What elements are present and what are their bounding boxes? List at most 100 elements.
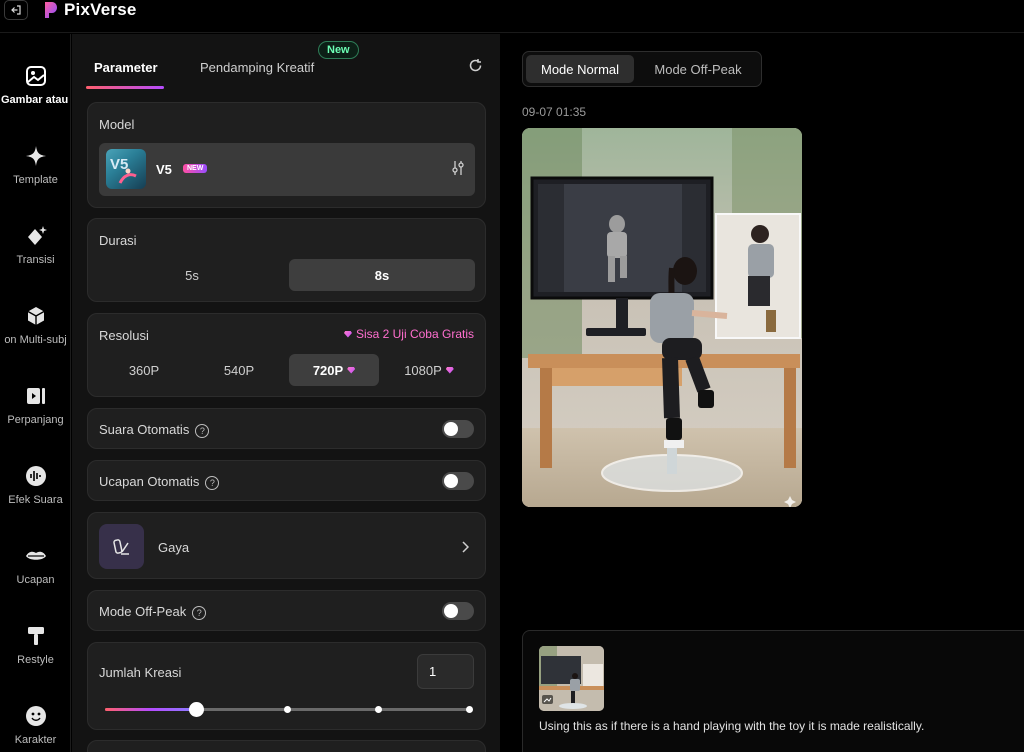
model-name: V5 [156,162,172,177]
panel-tabs: Parameter Pendamping Kreatif New [72,34,500,90]
rail-item-label: Efek Suara [8,494,63,506]
gaya-row[interactable]: Gaya [87,512,486,579]
resolusi-card: Resolusi Sisa 2 Uji Coba Gratis 360P 540… [87,313,486,397]
reference-image [539,646,604,711]
rail-item-karakter[interactable]: Karakter [0,704,71,752]
generated-video-preview[interactable] [522,128,802,507]
gem-icon [347,366,356,374]
jumlah-kreasi-card: Jumlah Kreasi 1 [87,642,486,730]
durasi-option-8s[interactable]: 8s [289,259,475,291]
mode-normal-button[interactable]: Mode Normal [526,55,634,83]
free-trial-notice: Sisa 2 Uji Coba Gratis [340,327,474,341]
face-icon [24,704,48,728]
resolusi-option-360p[interactable]: 360P [99,354,189,386]
rail-item-image-to-video[interactable]: Gambar atau [0,64,71,124]
model-new-badge: NEW [183,164,208,173]
logout-button[interactable] [4,0,28,20]
rail-item-multi-subject[interactable]: on Multi-subj [0,304,71,364]
gem-icon [445,366,454,374]
free-trial-text: Sisa 2 Uji Coba Gratis [355,327,474,341]
rail-item-label: Ucapan [16,574,55,586]
suara-otomatis-text: Suara Otomatis [99,422,190,437]
rail-item-label: on Multi-subj [4,334,67,346]
rail-item-efek-suara[interactable]: Efek Suara [0,464,71,524]
slider-handle[interactable] [189,702,204,717]
generation-timestamp: 09-07 01:35 [522,105,587,119]
model-card: Model V5 V5 NEW [87,102,486,208]
rail-item-label: Transisi [16,254,55,266]
logo[interactable]: PixVerse [44,0,137,20]
extend-video-icon [24,384,48,408]
ucapan-otomatis-label: Ucapan Otomatis? [99,474,220,490]
model-label: Model [99,117,135,132]
help-icon[interactable]: ? [192,605,207,620]
app-name: PixVerse [64,0,137,19]
mode-off-peak-text: Mode Off-Peak [99,604,187,619]
resolusi-option-540p[interactable]: 540P [194,354,284,386]
image-icon [24,64,48,88]
rail-item-restyle[interactable]: Restyle [0,624,71,684]
paint-roller-icon [24,624,48,648]
resolusi-option-label: 1080P [404,362,442,378]
jumlah-kreasi-input[interactable]: 1 [417,654,474,689]
gem-icon [343,330,352,338]
active-tab-indicator [86,86,164,89]
resolusi-option-720p[interactable]: 720P [289,354,379,386]
rail-item-template[interactable]: Template [0,144,71,204]
ucapan-otomatis-row: Ucapan Otomatis? [87,460,486,501]
help-icon[interactable]: ? [205,475,220,490]
jumlah-kreasi-slider[interactable] [105,702,473,717]
sound-wave-icon [24,464,48,488]
sliders-icon[interactable] [451,160,465,181]
settings-panel: Parameter Pendamping Kreatif New Model V… [72,34,500,752]
preview-image [522,128,802,507]
reset-icon[interactable] [468,58,483,78]
reference-image-thumbnail[interactable] [539,646,604,711]
jumlah-kreasi-label: Jumlah Kreasi [99,665,182,680]
sparkle-icon [24,144,48,168]
prompt-text: Using this as if there is a hand playing… [539,719,925,733]
mode-off-peak-toggle[interactable] [442,602,474,620]
rail-item-label: Perpanjang [7,414,64,426]
rail-item-label: Karakter [14,734,57,746]
model-selector[interactable]: V5 V5 NEW [99,143,475,196]
logout-icon [11,5,21,15]
prompt-panel: Using this as if there is a hand playing… [522,630,1024,752]
diamond-sparkle-icon [24,224,48,248]
durasi-option-5s[interactable]: 5s [99,259,285,291]
new-badge: New [318,41,359,59]
tab-parameter[interactable]: Parameter [94,60,158,75]
style-brush-icon [99,524,144,569]
rail-item-ucapan[interactable]: Ucapan [0,544,71,604]
rail-item-perpanjang[interactable]: Perpanjang [0,384,71,444]
durasi-label: Durasi [99,233,137,248]
lips-icon [24,544,48,568]
resolusi-option-label: 720P [312,362,344,378]
mode-off-peak-button[interactable]: Mode Off-Peak [638,55,758,83]
suara-otomatis-toggle[interactable] [442,420,474,438]
rail-item-label: Gambar atau [1,94,69,106]
left-rail: Gambar atau Template Transisi on Multi-s… [0,34,71,752]
rail-item-transisi[interactable]: Transisi [0,224,71,284]
top-bar: PixVerse [0,0,1024,33]
durasi-card: Durasi 5s 8s [87,218,486,302]
tab-pendamping-kreatif[interactable]: Pendamping Kreatif [200,60,314,75]
gaya-label: Gaya [158,540,190,555]
ucapan-otomatis-text: Ucapan Otomatis [99,474,200,489]
rail-item-label: Restyle [17,654,54,666]
slider-step-dot[interactable] [284,706,291,713]
resolusi-option-1080p[interactable]: 1080P [384,354,474,386]
next-card [87,740,486,752]
chevron-right-icon [461,540,470,558]
slider-step-dot[interactable] [466,706,473,713]
ucapan-otomatis-toggle[interactable] [442,472,474,490]
mode-off-peak-row: Mode Off-Peak? [87,590,486,631]
slider-fill [105,708,196,711]
resolusi-option-label: 360P [128,362,160,378]
slider-step-dot[interactable] [375,706,382,713]
model-thumbnail: V5 [106,149,146,189]
suara-otomatis-row: Suara Otomatis? [87,408,486,449]
help-icon[interactable]: ? [195,423,210,438]
cube-icon [24,304,48,328]
pixverse-logo-icon [45,2,57,18]
